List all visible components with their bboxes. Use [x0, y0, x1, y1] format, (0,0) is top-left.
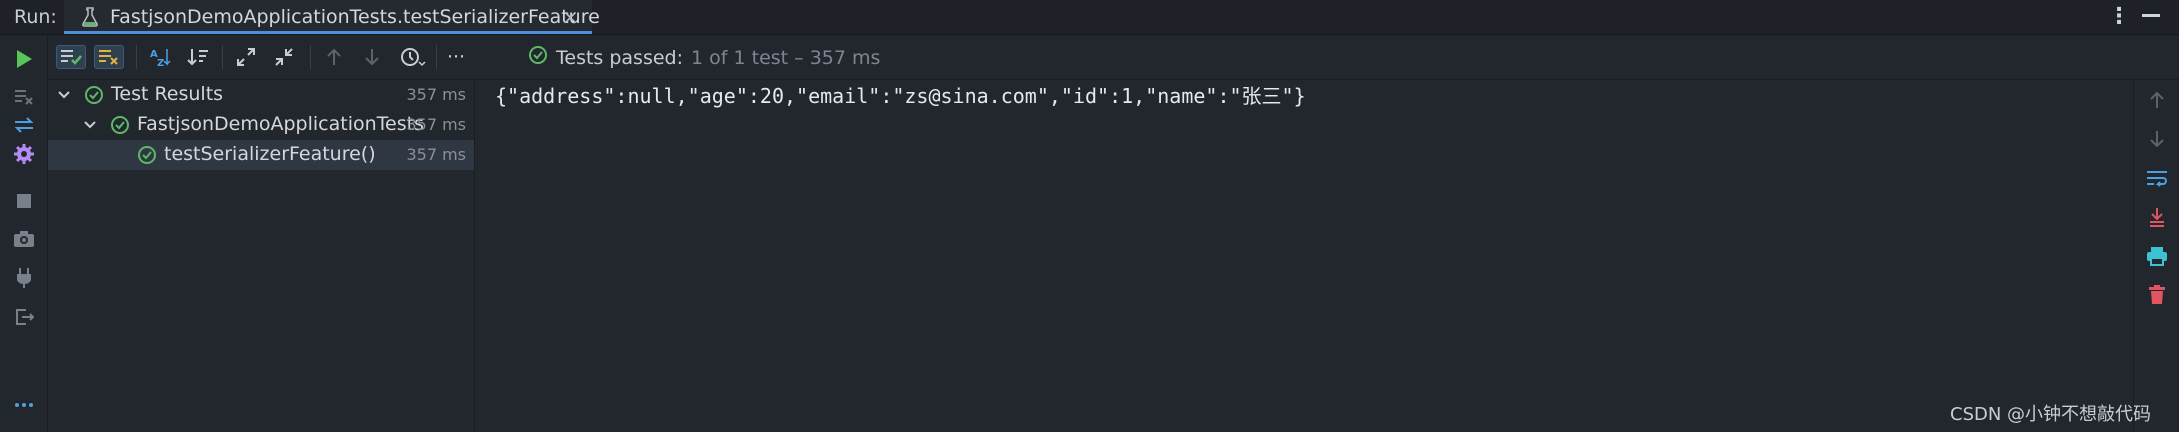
print-icon[interactable] [2145, 244, 2169, 268]
scroll-to-end-icon[interactable] [2145, 205, 2169, 229]
exit-icon[interactable] [12, 305, 36, 329]
plug-icon[interactable] [12, 266, 36, 290]
passed-check-icon [137, 145, 157, 170]
toolbar-separator [136, 45, 137, 69]
run-tab[interactable]: FastjsonDemoApplicationTests.testSeriali… [64, 0, 600, 34]
toolbar-separator [222, 45, 223, 69]
more-toolbar-icon[interactable]: ··· [444, 45, 468, 69]
test-flask-icon [82, 7, 98, 32]
tree-item-test-class[interactable]: FastjsonDemoApplicationTests 357 ms [48, 110, 474, 140]
previous-failed-icon[interactable] [322, 45, 346, 69]
tree-item-label: testSerializerFeature() [164, 143, 376, 165]
sort-by-duration-icon[interactable] [186, 45, 210, 69]
rerun-failed-icon[interactable] [12, 85, 36, 109]
down-arrow-icon[interactable] [2145, 127, 2169, 151]
run-tab-title: FastjsonDemoApplicationTests.testSeriali… [110, 6, 600, 28]
chevron-down-icon[interactable] [56, 86, 72, 108]
rerun-icon[interactable] [12, 47, 36, 71]
passed-check-icon [110, 115, 130, 140]
status-passed-text: Tests passed: [556, 46, 684, 69]
tree-item-duration: 357 ms [406, 145, 466, 164]
toolbar-separator [436, 45, 437, 69]
toolbar-separator [310, 45, 311, 69]
chevron-down-icon[interactable] [82, 116, 98, 138]
show-passed-icon[interactable] [56, 45, 86, 69]
stop-icon[interactable] [12, 189, 36, 213]
run-tool-window-header: Run: FastjsonDemoApplicationTests.testSe… [0, 0, 2179, 35]
watermark: CSDN @小钟不想敲代码 [1950, 404, 2152, 425]
test-runner-toolbar: AZ ··· Tests passed: 1 of 1 test – 357 m… [48, 35, 2179, 80]
tree-item-duration: 357 ms [406, 85, 466, 104]
passed-check-icon [84, 85, 104, 110]
expand-all-icon[interactable] [234, 45, 258, 69]
camera-icon[interactable] [12, 227, 36, 251]
left-action-strip [0, 35, 48, 432]
tree-item-label: Test Results [111, 83, 224, 105]
console-line: {"address":null,"age":20,"email":"zs@sin… [495, 84, 1306, 108]
test-history-icon[interactable] [398, 45, 428, 69]
up-arrow-icon[interactable] [2145, 88, 2169, 112]
sort-alphabetically-icon[interactable]: AZ [148, 45, 172, 69]
soft-wrap-icon[interactable] [2145, 166, 2169, 190]
clear-all-trash-icon[interactable] [2145, 283, 2169, 307]
test-status: Tests passed: 1 of 1 test – 357 ms [528, 45, 880, 70]
toggle-auto-test-icon[interactable] [12, 113, 36, 137]
minimize-icon[interactable] [2142, 14, 2160, 17]
settings-gear-icon[interactable] [12, 142, 36, 166]
options-menu-icon[interactable]: ⋮ [2108, 4, 2130, 29]
tree-item-test-results[interactable]: Test Results 357 ms [48, 80, 474, 110]
run-label: Run: [14, 6, 57, 28]
tree-item-label: FastjsonDemoApplicationTests [137, 113, 424, 135]
console-output[interactable]: {"address":null,"age":20,"email":"zs@sin… [475, 80, 2133, 432]
tree-item-test-method[interactable]: testSerializerFeature() 357 ms [48, 140, 474, 170]
show-ignored-icon[interactable] [94, 45, 124, 69]
status-summary-text: 1 of 1 test – 357 ms [691, 46, 881, 69]
next-failed-icon[interactable] [360, 45, 384, 69]
close-tab-icon[interactable]: × [562, 5, 579, 29]
tree-item-duration: 357 ms [406, 115, 466, 134]
svg-text:Z: Z [157, 58, 164, 67]
passed-check-icon [528, 45, 548, 70]
more-actions-icon[interactable] [12, 393, 36, 417]
test-results-tree: Test Results 357 ms FastjsonDemoApplicat… [48, 80, 475, 432]
right-action-strip [2133, 80, 2179, 432]
collapse-all-icon[interactable] [272, 45, 296, 69]
